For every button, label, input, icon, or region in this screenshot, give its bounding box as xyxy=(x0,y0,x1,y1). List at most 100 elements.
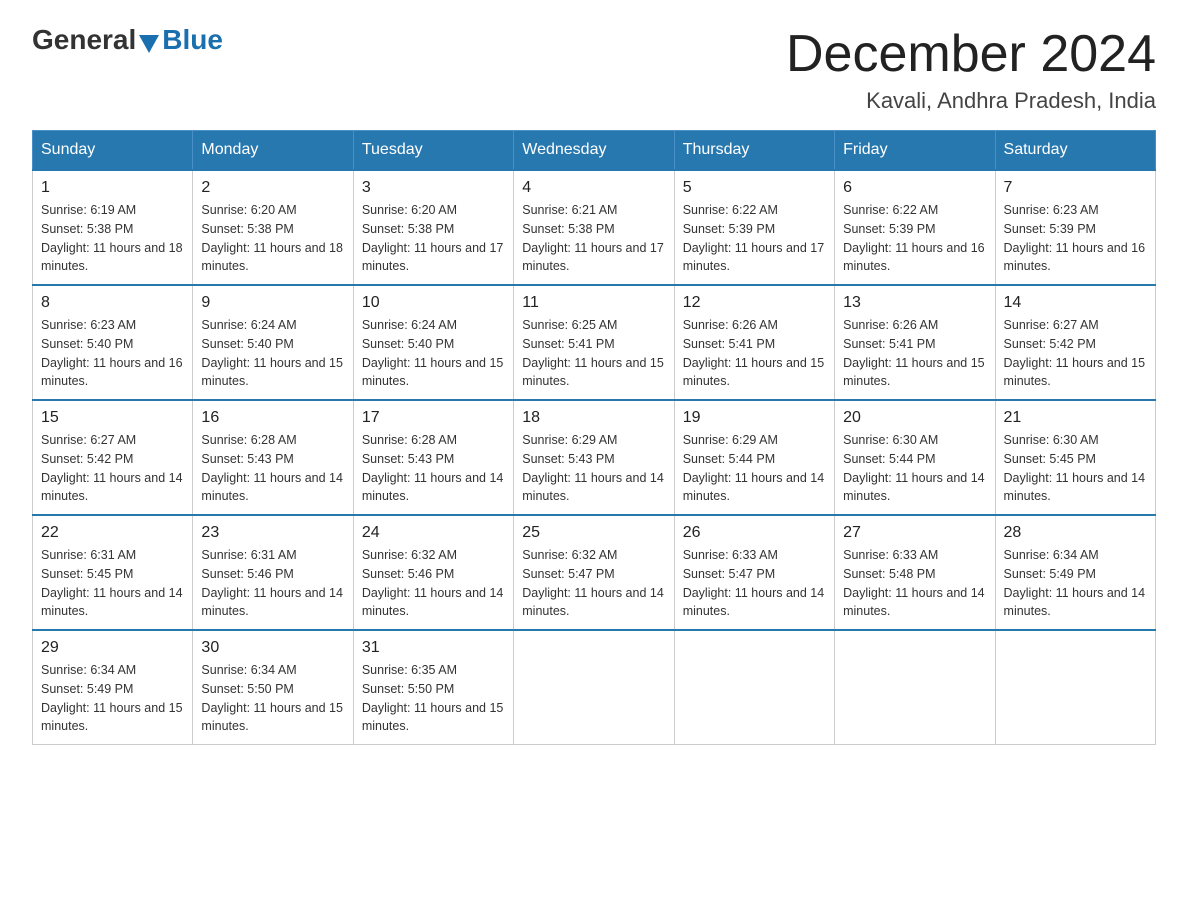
day-number: 12 xyxy=(683,294,826,312)
calendar-cell: 9 Sunrise: 6:24 AMSunset: 5:40 PMDayligh… xyxy=(193,285,353,400)
calendar-cell xyxy=(674,630,834,745)
week-row-4: 22 Sunrise: 6:31 AMSunset: 5:45 PMDaylig… xyxy=(33,515,1156,630)
calendar-cell: 15 Sunrise: 6:27 AMSunset: 5:42 PMDaylig… xyxy=(33,400,193,515)
day-header-thursday: Thursday xyxy=(674,131,834,171)
calendar-cell xyxy=(514,630,674,745)
day-number: 30 xyxy=(201,639,344,657)
logo: General Blue xyxy=(32,24,223,56)
calendar-cell: 29 Sunrise: 6:34 AMSunset: 5:49 PMDaylig… xyxy=(33,630,193,745)
day-header-saturday: Saturday xyxy=(995,131,1155,171)
logo-blue-text: Blue xyxy=(162,24,223,56)
day-number: 6 xyxy=(843,179,986,197)
day-number: 28 xyxy=(1004,524,1147,542)
day-info: Sunrise: 6:21 AMSunset: 5:38 PMDaylight:… xyxy=(522,201,665,276)
day-info: Sunrise: 6:22 AMSunset: 5:39 PMDaylight:… xyxy=(843,201,986,276)
day-number: 29 xyxy=(41,639,184,657)
day-info: Sunrise: 6:25 AMSunset: 5:41 PMDaylight:… xyxy=(522,316,665,391)
week-row-1: 1 Sunrise: 6:19 AMSunset: 5:38 PMDayligh… xyxy=(33,170,1156,285)
day-number: 5 xyxy=(683,179,826,197)
calendar-cell: 21 Sunrise: 6:30 AMSunset: 5:45 PMDaylig… xyxy=(995,400,1155,515)
day-number: 19 xyxy=(683,409,826,427)
day-header-sunday: Sunday xyxy=(33,131,193,171)
day-number: 22 xyxy=(41,524,184,542)
logo-general-text: General xyxy=(32,24,136,56)
day-info: Sunrise: 6:28 AMSunset: 5:43 PMDaylight:… xyxy=(362,431,505,506)
calendar-cell: 28 Sunrise: 6:34 AMSunset: 5:49 PMDaylig… xyxy=(995,515,1155,630)
day-info: Sunrise: 6:23 AMSunset: 5:40 PMDaylight:… xyxy=(41,316,184,391)
page-header: General Blue December 2024 Kavali, Andhr… xyxy=(32,24,1156,114)
week-row-2: 8 Sunrise: 6:23 AMSunset: 5:40 PMDayligh… xyxy=(33,285,1156,400)
calendar-cell: 10 Sunrise: 6:24 AMSunset: 5:40 PMDaylig… xyxy=(353,285,513,400)
day-info: Sunrise: 6:34 AMSunset: 5:49 PMDaylight:… xyxy=(41,661,184,736)
day-info: Sunrise: 6:24 AMSunset: 5:40 PMDaylight:… xyxy=(201,316,344,391)
day-number: 25 xyxy=(522,524,665,542)
calendar-cell: 3 Sunrise: 6:20 AMSunset: 5:38 PMDayligh… xyxy=(353,170,513,285)
calendar-cell: 20 Sunrise: 6:30 AMSunset: 5:44 PMDaylig… xyxy=(835,400,995,515)
day-info: Sunrise: 6:22 AMSunset: 5:39 PMDaylight:… xyxy=(683,201,826,276)
day-header-tuesday: Tuesday xyxy=(353,131,513,171)
day-number: 18 xyxy=(522,409,665,427)
calendar-cell: 22 Sunrise: 6:31 AMSunset: 5:45 PMDaylig… xyxy=(33,515,193,630)
month-title: December 2024 xyxy=(786,24,1156,84)
day-header-friday: Friday xyxy=(835,131,995,171)
calendar-cell: 4 Sunrise: 6:21 AMSunset: 5:38 PMDayligh… xyxy=(514,170,674,285)
day-header-wednesday: Wednesday xyxy=(514,131,674,171)
week-row-5: 29 Sunrise: 6:34 AMSunset: 5:49 PMDaylig… xyxy=(33,630,1156,745)
day-number: 10 xyxy=(362,294,505,312)
day-info: Sunrise: 6:33 AMSunset: 5:47 PMDaylight:… xyxy=(683,546,826,621)
day-info: Sunrise: 6:30 AMSunset: 5:44 PMDaylight:… xyxy=(843,431,986,506)
calendar-cell xyxy=(995,630,1155,745)
day-number: 21 xyxy=(1004,409,1147,427)
day-info: Sunrise: 6:32 AMSunset: 5:47 PMDaylight:… xyxy=(522,546,665,621)
day-info: Sunrise: 6:28 AMSunset: 5:43 PMDaylight:… xyxy=(201,431,344,506)
day-number: 17 xyxy=(362,409,505,427)
day-info: Sunrise: 6:19 AMSunset: 5:38 PMDaylight:… xyxy=(41,201,184,276)
calendar-cell: 19 Sunrise: 6:29 AMSunset: 5:44 PMDaylig… xyxy=(674,400,834,515)
day-number: 9 xyxy=(201,294,344,312)
day-number: 31 xyxy=(362,639,505,657)
calendar-cell: 6 Sunrise: 6:22 AMSunset: 5:39 PMDayligh… xyxy=(835,170,995,285)
calendar-cell: 8 Sunrise: 6:23 AMSunset: 5:40 PMDayligh… xyxy=(33,285,193,400)
day-number: 8 xyxy=(41,294,184,312)
day-info: Sunrise: 6:35 AMSunset: 5:50 PMDaylight:… xyxy=(362,661,505,736)
calendar-cell: 23 Sunrise: 6:31 AMSunset: 5:46 PMDaylig… xyxy=(193,515,353,630)
calendar-cell: 31 Sunrise: 6:35 AMSunset: 5:50 PMDaylig… xyxy=(353,630,513,745)
calendar-cell: 30 Sunrise: 6:34 AMSunset: 5:50 PMDaylig… xyxy=(193,630,353,745)
calendar-table: SundayMondayTuesdayWednesdayThursdayFrid… xyxy=(32,130,1156,745)
calendar-cell: 17 Sunrise: 6:28 AMSunset: 5:43 PMDaylig… xyxy=(353,400,513,515)
logo-triangle-icon xyxy=(139,35,159,53)
calendar-cell: 24 Sunrise: 6:32 AMSunset: 5:46 PMDaylig… xyxy=(353,515,513,630)
location-title: Kavali, Andhra Pradesh, India xyxy=(786,88,1156,114)
day-header-monday: Monday xyxy=(193,131,353,171)
day-number: 3 xyxy=(362,179,505,197)
day-info: Sunrise: 6:20 AMSunset: 5:38 PMDaylight:… xyxy=(201,201,344,276)
calendar-cell: 27 Sunrise: 6:33 AMSunset: 5:48 PMDaylig… xyxy=(835,515,995,630)
day-info: Sunrise: 6:30 AMSunset: 5:45 PMDaylight:… xyxy=(1004,431,1147,506)
day-number: 7 xyxy=(1004,179,1147,197)
day-number: 26 xyxy=(683,524,826,542)
day-number: 11 xyxy=(522,294,665,312)
day-info: Sunrise: 6:34 AMSunset: 5:49 PMDaylight:… xyxy=(1004,546,1147,621)
calendar-cell: 1 Sunrise: 6:19 AMSunset: 5:38 PMDayligh… xyxy=(33,170,193,285)
calendar-cell: 5 Sunrise: 6:22 AMSunset: 5:39 PMDayligh… xyxy=(674,170,834,285)
day-info: Sunrise: 6:29 AMSunset: 5:44 PMDaylight:… xyxy=(683,431,826,506)
day-number: 24 xyxy=(362,524,505,542)
calendar-cell: 16 Sunrise: 6:28 AMSunset: 5:43 PMDaylig… xyxy=(193,400,353,515)
title-area: December 2024 Kavali, Andhra Pradesh, In… xyxy=(786,24,1156,114)
day-info: Sunrise: 6:31 AMSunset: 5:45 PMDaylight:… xyxy=(41,546,184,621)
day-info: Sunrise: 6:29 AMSunset: 5:43 PMDaylight:… xyxy=(522,431,665,506)
day-number: 20 xyxy=(843,409,986,427)
calendar-cell: 25 Sunrise: 6:32 AMSunset: 5:47 PMDaylig… xyxy=(514,515,674,630)
day-number: 4 xyxy=(522,179,665,197)
week-row-3: 15 Sunrise: 6:27 AMSunset: 5:42 PMDaylig… xyxy=(33,400,1156,515)
days-header-row: SundayMondayTuesdayWednesdayThursdayFrid… xyxy=(33,131,1156,171)
day-number: 15 xyxy=(41,409,184,427)
day-info: Sunrise: 6:24 AMSunset: 5:40 PMDaylight:… xyxy=(362,316,505,391)
calendar-cell: 12 Sunrise: 6:26 AMSunset: 5:41 PMDaylig… xyxy=(674,285,834,400)
day-info: Sunrise: 6:32 AMSunset: 5:46 PMDaylight:… xyxy=(362,546,505,621)
logo-area: General Blue xyxy=(32,24,223,56)
calendar-cell: 26 Sunrise: 6:33 AMSunset: 5:47 PMDaylig… xyxy=(674,515,834,630)
calendar-cell: 7 Sunrise: 6:23 AMSunset: 5:39 PMDayligh… xyxy=(995,170,1155,285)
calendar-cell: 18 Sunrise: 6:29 AMSunset: 5:43 PMDaylig… xyxy=(514,400,674,515)
calendar-cell: 13 Sunrise: 6:26 AMSunset: 5:41 PMDaylig… xyxy=(835,285,995,400)
